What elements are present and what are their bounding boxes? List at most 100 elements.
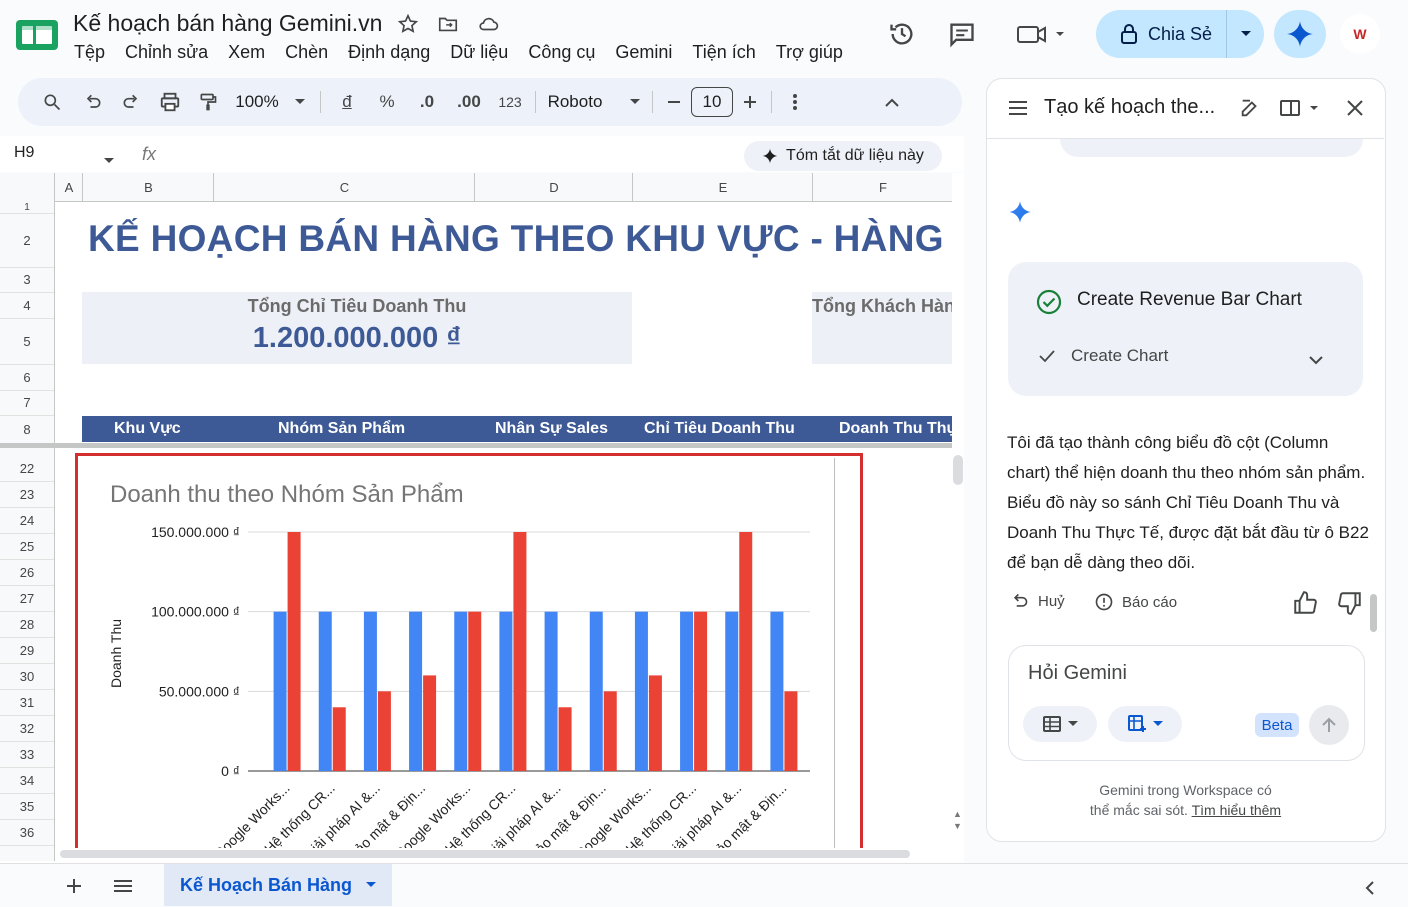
report-button[interactable]: Báo cáo <box>1094 592 1177 612</box>
print-icon[interactable] <box>150 84 190 120</box>
panel-layout-icon[interactable] <box>1278 96 1324 120</box>
row-header[interactable]: 35 <box>0 793 54 820</box>
row-header[interactable]: 32 <box>0 715 54 742</box>
row-header[interactable]: 24 <box>0 507 54 534</box>
column-header-b[interactable]: B <box>82 173 214 201</box>
star-icon[interactable] <box>396 12 420 36</box>
move-folder-icon[interactable] <box>436 12 460 36</box>
gemini-sparkle-button[interactable] <box>1274 10 1326 58</box>
all-sheets-icon[interactable] <box>111 874 135 898</box>
total-target-label[interactable]: Tổng Chỉ Tiêu Doanh Thu <box>82 296 632 317</box>
column-header-a[interactable]: A <box>54 173 83 201</box>
menu-insert[interactable]: Chèn <box>285 42 328 66</box>
share-main[interactable]: Chia Sẻ <box>1096 10 1228 58</box>
zoom-select[interactable]: 100% <box>226 84 314 120</box>
row-header[interactable]: 31 <box>0 689 54 716</box>
menu-view[interactable]: Xem <box>228 42 265 66</box>
currency-format-button[interactable]: đ <box>327 84 367 120</box>
search-icon[interactable] <box>30 84 74 120</box>
font-family-select[interactable]: Roboto <box>542 84 646 120</box>
row-header[interactable]: 25 <box>0 533 54 560</box>
name-box[interactable]: H9 <box>14 144 34 162</box>
row-header[interactable]: 5 <box>0 318 54 365</box>
share-dropdown-icon[interactable] <box>1227 10 1264 58</box>
column-header-f[interactable]: F <box>812 173 953 201</box>
row-header[interactable]: 34 <box>0 767 54 794</box>
row-header[interactable]: 27 <box>0 585 54 612</box>
header-sales-staff[interactable]: Nhân Sự Sales <box>495 420 608 438</box>
cloud-saved-icon[interactable] <box>476 12 500 36</box>
row-header[interactable]: 7 <box>0 390 54 416</box>
document-title[interactable]: Kế hoạch bán hàng Gemini.vn <box>73 10 382 37</box>
increase-font-size-icon[interactable] <box>735 84 765 120</box>
row-header[interactable]: 22 <box>0 455 54 482</box>
edit-icon[interactable] <box>1238 96 1262 120</box>
row-header[interactable]: 26 <box>0 559 54 586</box>
learn-more-link[interactable]: Tìm hiểu thêm <box>1192 802 1281 818</box>
row-header[interactable]: 3 <box>0 267 54 293</box>
sheet-title[interactable]: KẾ HOẠCH BÁN HÀNG THEO KHU VỰC - HÀNG <box>88 218 952 260</box>
total-customers-label[interactable]: Tổng Khách Hàng <box>812 296 952 317</box>
vertical-scroll-thumb[interactable] <box>953 455 963 485</box>
undo-button[interactable]: Huỷ <box>1010 592 1065 610</box>
send-button[interactable] <box>1309 705 1349 745</box>
row-header[interactable]: 33 <box>0 741 54 768</box>
decrease-font-size-icon[interactable] <box>659 84 689 120</box>
row-header[interactable]: 6 <box>0 364 54 391</box>
header-revenue-target[interactable]: Chỉ Tiêu Doanh Thu <box>644 420 795 438</box>
close-icon[interactable] <box>1343 96 1367 120</box>
freeze-divider[interactable] <box>0 443 952 448</box>
add-sheet-icon[interactable] <box>62 874 86 898</box>
menu-gemini[interactable]: Gemini <box>615 42 672 66</box>
font-size-value[interactable]: 10 <box>691 87 733 117</box>
share-button[interactable]: Chia Sẻ <box>1096 10 1264 58</box>
select-all-corner[interactable] <box>0 173 54 201</box>
scroll-arrows-icon[interactable]: ▲ ▼ <box>953 808 962 832</box>
redo-icon[interactable] <box>112 84 150 120</box>
row-header[interactable]: 8 <box>0 415 54 444</box>
avatar[interactable]: W <box>1340 14 1380 54</box>
paint-format-icon[interactable] <box>190 84 226 120</box>
thumbs-up-icon[interactable] <box>1292 590 1318 621</box>
increase-decimal-button[interactable]: .00 <box>447 84 491 120</box>
row-header[interactable]: 29 <box>0 637 54 664</box>
horizontal-scroll-thumb[interactable] <box>60 850 910 858</box>
menu-data[interactable]: Dữ liệu <box>450 42 508 66</box>
panel-scrollbar[interactable] <box>1370 594 1377 632</box>
version-history-icon[interactable] <box>888 20 916 48</box>
menu-edit[interactable]: Chỉnh sửa <box>125 42 208 66</box>
row-header[interactable]: 30 <box>0 663 54 690</box>
more-formats-button[interactable]: 123 <box>491 84 529 120</box>
menu-format[interactable]: Định dạng <box>348 42 430 66</box>
menu-file[interactable]: Tệp <box>74 42 105 66</box>
collapse-side-panel-icon[interactable] <box>1358 876 1382 900</box>
expand-step-icon[interactable] <box>1309 352 1323 370</box>
meet-icon[interactable] <box>1014 20 1066 48</box>
total-target-value[interactable]: 1.200.000.000 ₫ <box>82 322 632 355</box>
header-actual-revenue[interactable]: Doanh Thu Thực Tế <box>839 420 952 438</box>
row-header[interactable]: 2 <box>0 213 54 268</box>
sheet-insert-chip[interactable] <box>1108 706 1182 742</box>
row-header[interactable]: 23 <box>0 481 54 508</box>
column-header-d[interactable]: D <box>474 173 633 201</box>
more-options-icon[interactable] <box>778 84 812 120</box>
font-size-field[interactable]: 10 <box>689 84 735 120</box>
undo-icon[interactable] <box>74 84 112 120</box>
name-box-dropdown-icon[interactable] <box>104 151 114 169</box>
column-header-e[interactable]: E <box>632 173 813 201</box>
vertical-scrollbar[interactable] <box>952 448 964 848</box>
menu-tools[interactable]: Công cụ <box>528 42 595 66</box>
sheet-tab-active[interactable]: Kế Hoạch Bán Hàng <box>164 864 392 906</box>
menu-icon[interactable] <box>1006 96 1030 120</box>
menu-extensions[interactable]: Tiện ích <box>692 42 755 66</box>
sheets-logo-icon[interactable] <box>16 20 58 50</box>
comments-icon[interactable] <box>948 20 976 48</box>
row-header[interactable]: 36 <box>0 819 54 846</box>
collapse-toolbar-icon[interactable] <box>872 84 912 120</box>
header-region[interactable]: Khu Vực <box>114 420 181 438</box>
decrease-decimal-button[interactable]: .0 <box>407 84 447 120</box>
summarize-data-chip[interactable]: Tóm tắt dữ liệu này <box>744 141 942 171</box>
thumbs-down-icon[interactable] <box>1337 590 1363 621</box>
row-header[interactable]: 4 <box>0 292 54 319</box>
ask-gemini-input[interactable]: Hỏi Gemini <box>1028 662 1127 685</box>
